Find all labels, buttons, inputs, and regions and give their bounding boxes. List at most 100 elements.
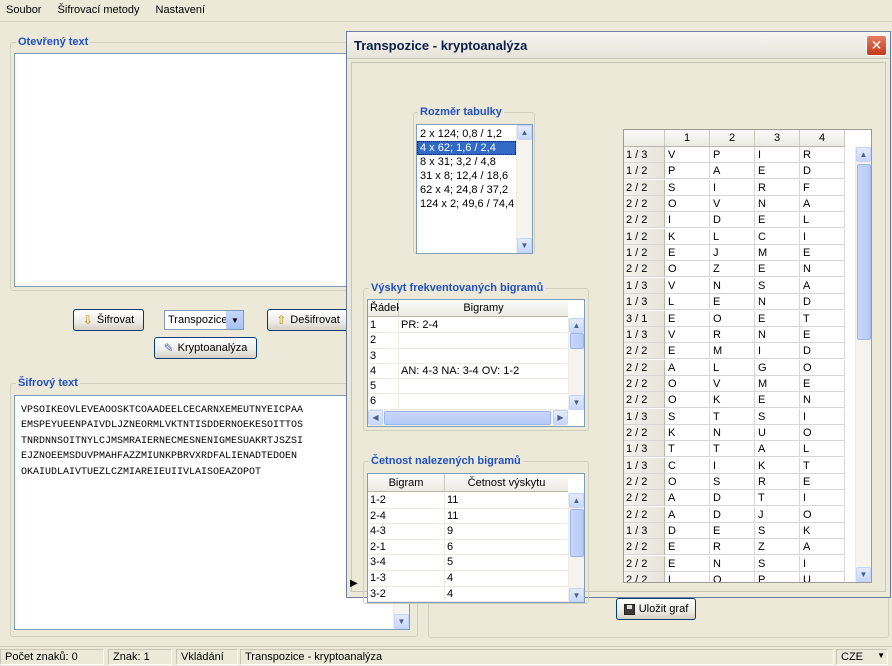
grid-column-header[interactable]: 1 xyxy=(665,130,710,147)
grid-cell[interactable]: D xyxy=(710,506,755,523)
scroll-down-icon[interactable]: ▼ xyxy=(569,395,584,410)
grid-cell[interactable]: I xyxy=(800,555,845,572)
grid-row[interactable]: 2 / 2OKEN xyxy=(624,392,845,409)
grid-cell[interactable]: D xyxy=(800,343,845,360)
table-row[interactable]: 6 xyxy=(368,394,568,410)
grid-cell[interactable]: R xyxy=(755,179,800,196)
grid-cell[interactable]: T xyxy=(710,441,755,458)
save-graph-button[interactable]: Uložit graf xyxy=(616,598,696,620)
scroll-up-icon[interactable]: ▲ xyxy=(569,493,584,508)
grid-cell[interactable]: E xyxy=(665,343,710,360)
grid-cell[interactable]: A xyxy=(755,441,800,458)
grid-row[interactable]: 2 / 2OSRE xyxy=(624,474,845,490)
table-row[interactable]: 3 xyxy=(368,348,568,364)
grid-cell[interactable]: D xyxy=(800,163,845,180)
grid-column-header[interactable]: 2 xyxy=(710,130,755,147)
grid-cell[interactable]: I xyxy=(755,343,800,360)
grid-cell[interactable]: E xyxy=(800,474,845,490)
grid-cell[interactable]: O xyxy=(665,196,710,213)
grid-cell[interactable]: R xyxy=(710,539,755,556)
scroll-up-icon[interactable]: ▲ xyxy=(569,318,584,333)
list-item[interactable]: 8 x 31; 3,2 / 4,8 xyxy=(417,155,516,169)
grid-cell[interactable]: V xyxy=(710,375,755,392)
table-row[interactable]: 3-2 4 xyxy=(368,586,568,602)
grid-cell[interactable]: D xyxy=(710,212,755,229)
grid-row[interactable]: 1 / 3LEND xyxy=(624,294,845,311)
grid-row[interactable]: 2 / 2ADJO xyxy=(624,506,845,523)
grid-cell[interactable]: E xyxy=(710,294,755,311)
grid-cell[interactable]: C xyxy=(665,457,710,474)
grid-cell[interactable]: N xyxy=(755,326,800,343)
scroll-down-icon[interactable]: ▼ xyxy=(569,588,584,602)
grid-cell[interactable]: O xyxy=(800,506,845,523)
grid-cell[interactable]: N xyxy=(710,277,755,294)
grid-cell[interactable]: N xyxy=(755,196,800,213)
grid-cell[interactable]: S xyxy=(710,474,755,490)
grid-row[interactable]: 3 / 1EOET xyxy=(624,310,845,327)
grid-row[interactable]: 1 / 3CIKT xyxy=(624,457,845,474)
grid-row[interactable]: 1 / 3VNSA xyxy=(624,277,845,294)
grid-cell[interactable]: A xyxy=(710,163,755,180)
list-item-selected[interactable]: 4 x 62; 1,6 / 2,4 xyxy=(417,141,516,155)
grid-cell[interactable]: P xyxy=(665,163,710,180)
list-item[interactable]: 2 x 124; 0,8 / 1,2 xyxy=(417,127,516,141)
language-select[interactable]: CZE ▼ xyxy=(836,649,888,665)
list-item[interactable]: 62 x 4; 24,8 / 37,2 xyxy=(417,183,516,197)
grid-cell[interactable]: V xyxy=(665,277,710,294)
grid-cell[interactable]: L xyxy=(665,294,710,311)
grid-cell[interactable]: I xyxy=(710,179,755,196)
scroll-thumb[interactable] xyxy=(570,333,584,349)
table-size-list[interactable]: 2 x 124; 0,8 / 1,2 4 x 62; 1,6 / 2,4 8 x… xyxy=(416,124,533,254)
table-row[interactable]: 4 AN: 4-3 NA: 3-4 OV: 1-2 xyxy=(368,363,568,380)
grid-cell[interactable]: S xyxy=(755,555,800,572)
grid-cell[interactable]: I xyxy=(800,490,845,507)
grid-row[interactable]: 2 / 2SIRF xyxy=(624,179,845,196)
scroll-down-icon[interactable]: ▼ xyxy=(517,238,532,253)
column-header-row[interactable]: Řádek xyxy=(368,300,402,317)
grid-row[interactable]: 2 / 2OVME xyxy=(624,375,845,392)
grid-row[interactable]: 1 / 3DESK xyxy=(624,523,845,540)
grid-cell[interactable]: I xyxy=(800,408,845,425)
grid-row[interactable]: 1 / 2PAED xyxy=(624,163,845,180)
grid-row[interactable]: 2 / 2ENSI xyxy=(624,555,845,572)
grid-cell[interactable]: O xyxy=(665,375,710,392)
column-header-bigrams[interactable]: Bigramy xyxy=(399,300,568,317)
grid-cell[interactable]: E xyxy=(755,212,800,229)
grid-cell[interactable]: F xyxy=(800,179,845,196)
grid-cell[interactable]: A xyxy=(665,506,710,523)
decrypt-button[interactable]: ⇧ Dešifrovat xyxy=(267,309,349,331)
grid-cell[interactable]: M xyxy=(755,245,800,262)
grid-row[interactable]: 2 / 2ALGO xyxy=(624,359,845,376)
grid-cell[interactable]: E xyxy=(755,163,800,180)
bigram-vscroll[interactable]: ▲ ▼ xyxy=(568,318,584,410)
grid-cell[interactable]: V xyxy=(665,326,710,343)
grid-cell[interactable]: N xyxy=(800,392,845,409)
bigram-occurrence-table[interactable]: Řádek Bigramy 1 PR: 2-4 2 3 4 AN: 4-3 NA: 3-4… xyxy=(367,299,585,427)
grid-row[interactable]: 2 / 2ERZA xyxy=(624,539,845,556)
table-row[interactable]: 1-2 11 xyxy=(368,493,568,509)
grid-cell[interactable]: V xyxy=(710,196,755,213)
grid-row[interactable]: 2 / 2EMID xyxy=(624,343,845,360)
grid-cell[interactable]: I xyxy=(665,212,710,229)
grid-cell[interactable]: O xyxy=(665,261,710,278)
grid-cell[interactable]: K xyxy=(755,457,800,474)
grid-cell[interactable]: E xyxy=(710,523,755,540)
grid-column-header[interactable]: 3 xyxy=(755,130,800,147)
menu-sifrovaci-metody[interactable]: Šifrovací metody xyxy=(52,0,147,22)
column-header-frequency[interactable]: Četnost výskytu xyxy=(445,474,568,492)
grid-cell[interactable]: K xyxy=(665,228,710,245)
grid-cell[interactable]: O xyxy=(710,310,755,327)
grid-cell[interactable]: L xyxy=(665,572,710,582)
grid-cell[interactable]: N xyxy=(755,294,800,311)
close-icon[interactable]: ✕ xyxy=(866,35,887,56)
grid-cell[interactable]: I xyxy=(710,457,755,474)
grid-row[interactable]: 2 / 2OZEN xyxy=(624,261,845,278)
bigram-hscroll[interactable]: ◀ ▶ xyxy=(368,410,568,426)
method-select[interactable]: Transpozice ▼ xyxy=(164,310,244,330)
grid-row[interactable]: 1 / 3VPIR xyxy=(624,147,845,163)
scroll-up-icon[interactable]: ▲ xyxy=(517,125,532,140)
grid-cell[interactable]: S xyxy=(755,523,800,540)
grid-row[interactable]: 2 / 2IDEL xyxy=(624,212,845,229)
grid-cell[interactable]: A xyxy=(800,196,845,213)
grid-row[interactable]: 2 / 2ADTI xyxy=(624,490,845,507)
